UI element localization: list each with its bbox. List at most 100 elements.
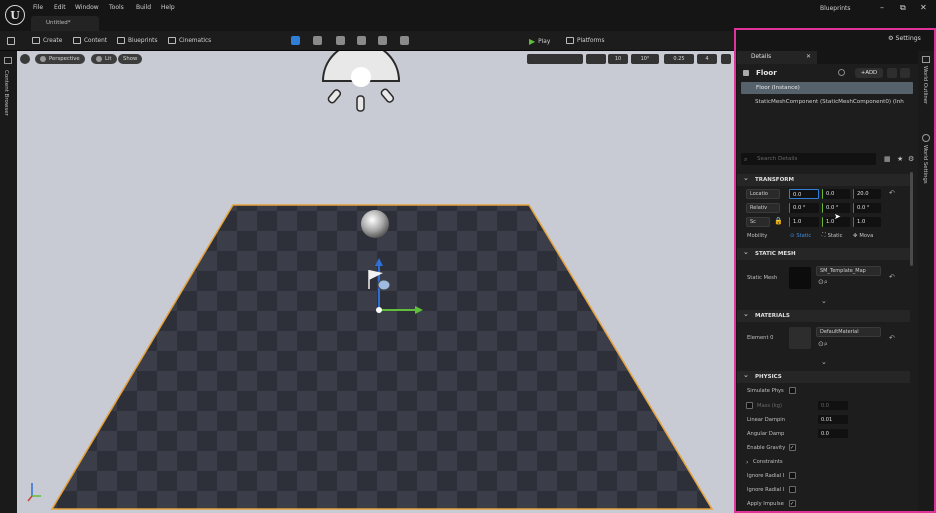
rotation-dropdown[interactable]: Relativ <box>746 203 780 213</box>
location-y-field[interactable]: 0.0 <box>822 189 850 199</box>
mobility-label: Mobility <box>747 233 768 239</box>
material-thumbnail[interactable] <box>789 327 811 349</box>
material-dropdown[interactable]: DefaultMaterial <box>816 327 881 337</box>
select-mode-icon[interactable] <box>291 36 300 45</box>
reset-mesh-icon[interactable]: ↶ <box>889 273 895 281</box>
static-mesh-dropdown[interactable]: SM_Template_Map <box>816 266 881 276</box>
constraints-expand-icon[interactable]: › <box>746 459 748 466</box>
platforms-button[interactable]: Platforms <box>566 37 604 44</box>
section-physics[interactable]: PHYSICS <box>737 371 910 383</box>
browse-mesh-icon[interactable]: ⊙⌕ <box>818 278 828 287</box>
menu-help[interactable]: Help <box>161 4 175 11</box>
component-row[interactable]: StaticMeshComponent (StaticMeshComponent… <box>755 99 913 105</box>
scale-lock-icon[interactable]: 🔒 <box>774 217 783 225</box>
table-view-icon[interactable]: ▦ <box>884 155 891 163</box>
transform-tools[interactable] <box>527 54 583 64</box>
search-details-input[interactable]: Search Details <box>741 153 876 165</box>
rotation-x-field[interactable]: 0.0 ° <box>789 203 819 213</box>
scale-snap-button[interactable]: 0.25 <box>664 54 694 64</box>
mouse-cursor-icon: ➤ <box>834 212 841 221</box>
unreal-logo-icon[interactable]: U <box>5 5 25 25</box>
constraints-label[interactable]: Constraints <box>753 459 783 465</box>
apply-impulse-checkbox[interactable]: ✓ <box>789 500 796 507</box>
ignore-radial-impulse-checkbox[interactable] <box>789 472 796 479</box>
perspective-button[interactable]: Perspective <box>35 54 85 64</box>
favorites-star-icon[interactable]: ★ <box>897 155 903 163</box>
viewport-scene[interactable] <box>17 51 734 513</box>
content-browser-icon[interactable] <box>4 57 12 64</box>
rotation-z-field[interactable]: 0.0 ° <box>853 203 881 213</box>
details-scrollbar[interactable] <box>910 172 913 266</box>
menu-file[interactable]: File <box>33 4 43 11</box>
close-button[interactable]: ✕ <box>920 3 927 12</box>
menu-edit[interactable]: Edit <box>54 4 66 11</box>
mobility-static-toggle[interactable]: ⊙ Static <box>790 230 811 241</box>
details-tab-close-icon[interactable]: ✕ <box>806 53 811 60</box>
cinematics-button[interactable]: Cinematics <box>168 37 211 44</box>
scale-z-field[interactable]: 1.0 <box>853 217 881 227</box>
settings-button[interactable]: ⚙ Settings <box>888 35 921 42</box>
ignore-radial-force-checkbox[interactable] <box>789 486 796 493</box>
show-button[interactable]: Show <box>118 54 143 64</box>
simulate-physics-checkbox[interactable] <box>789 387 796 394</box>
scale-dropdown[interactable]: Sc <box>746 217 770 227</box>
instance-row[interactable]: Floor (Instance) <box>741 82 913 94</box>
rotation-snap-button[interactable]: 10° <box>631 54 659 64</box>
section-transform[interactable]: TRANSFORM <box>737 174 910 186</box>
sky-sphere-icon[interactable] <box>361 210 389 238</box>
create-button[interactable]: Create <box>32 37 62 44</box>
add-component-button[interactable]: + ADD <box>855 68 883 78</box>
play-button[interactable]: ▶ Play <box>529 37 550 46</box>
menu-build[interactable]: Build <box>136 4 151 11</box>
content-browser-tab[interactable]: Content Browser <box>3 70 9 116</box>
location-dropdown[interactable]: Locatio <box>746 189 780 199</box>
help-icon[interactable] <box>838 69 845 76</box>
location-x-field[interactable]: 0.0 <box>789 189 819 199</box>
linear-damping-field[interactable]: 0.01 <box>818 415 848 424</box>
blueprints-button[interactable]: Blueprints <box>117 37 157 44</box>
camera-speed-button[interactable]: 4 <box>697 54 717 64</box>
browse-material-icon[interactable]: ⊙⌕ <box>818 340 828 349</box>
lit-button[interactable]: Lit <box>91 54 117 64</box>
details-settings-icon[interactable]: ⚙ <box>908 155 914 163</box>
floor-plane[interactable] <box>50 204 714 510</box>
reset-location-icon[interactable]: ↶ <box>889 189 895 197</box>
lock-icon[interactable] <box>900 68 910 78</box>
world-settings-icon[interactable] <box>922 134 930 142</box>
maximize-button[interactable]: ⧉ <box>900 3 906 13</box>
grid-snap-button[interactable]: 10 <box>608 54 628 64</box>
save-icon[interactable] <box>7 37 15 45</box>
scale-x-field[interactable]: 1.0 <box>789 217 819 227</box>
mass-override-checkbox[interactable] <box>746 402 753 409</box>
viewport-menu-button[interactable] <box>20 54 30 64</box>
enable-gravity-checkbox[interactable]: ✓ <box>789 444 796 451</box>
details-tab[interactable]: Details <box>737 51 817 64</box>
static-mesh-thumbnail[interactable] <box>789 267 811 289</box>
blueprint-button[interactable] <box>887 68 897 78</box>
paint-mode-icon[interactable] <box>357 36 366 45</box>
world-settings-tab[interactable]: World Settings <box>922 145 928 184</box>
minimize-button[interactable]: – <box>880 3 884 12</box>
menu-tools[interactable]: Tools <box>109 4 124 11</box>
location-z-field[interactable]: 20.0 <box>853 189 881 199</box>
expand-mesh-icon[interactable]: ⌄ <box>821 297 827 305</box>
document-tab[interactable]: Untitled* <box>31 16 99 31</box>
content-button[interactable]: Content <box>73 37 107 44</box>
landscape-mode-icon[interactable] <box>313 36 322 45</box>
section-static-mesh[interactable]: STATIC MESH <box>737 248 910 260</box>
surface-snap-button[interactable] <box>586 54 606 64</box>
fracture-mode-icon[interactable] <box>400 36 409 45</box>
foliage-mode-icon[interactable] <box>336 36 345 45</box>
world-outliner-icon[interactable] <box>922 56 930 63</box>
world-outliner-tab[interactable]: World Outliner <box>922 66 928 104</box>
expand-material-icon[interactable]: ⌄ <box>821 358 827 366</box>
mass-field[interactable]: 0.0 <box>818 401 848 410</box>
mobility-stationary-toggle[interactable]: ⛶ Static <box>822 230 842 241</box>
modeling-mode-icon[interactable] <box>378 36 387 45</box>
reset-material-icon[interactable]: ↶ <box>889 334 895 342</box>
maximize-viewport-button[interactable] <box>721 54 731 64</box>
angular-damping-field[interactable]: 0.0 <box>818 429 848 438</box>
section-materials[interactable]: MATERIALS <box>737 310 910 322</box>
mobility-movable-toggle[interactable]: ✥ Mova <box>853 230 873 241</box>
menu-window[interactable]: Window <box>75 4 99 11</box>
